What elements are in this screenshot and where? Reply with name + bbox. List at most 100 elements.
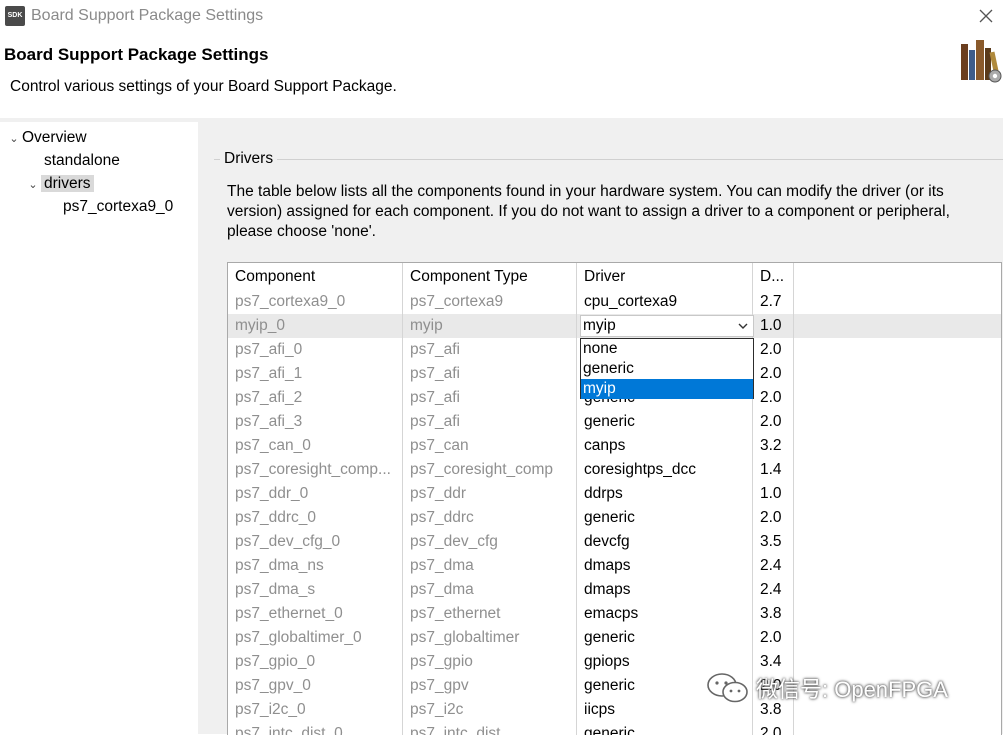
drivers-group-label: Drivers [220,150,278,168]
dropdown-option-generic[interactable]: generic [581,359,753,379]
component-cell: ps7_afi_1 [228,362,403,386]
version-cell: 3.2 [753,434,794,458]
dropdown-option-myip[interactable]: myip [581,379,753,399]
component-cell: ps7_afi_3 [228,410,403,434]
type-cell: ps7_afi [403,338,577,362]
version-cell: 1.4 [753,458,794,482]
page-title: Board Support Package Settings [4,45,269,64]
driver-combo-box[interactable]: myip [580,315,754,337]
chevron-down-icon[interactable]: ⌄ [6,128,22,150]
version-cell: 2.0 [753,386,794,410]
page-subtitle: Control various settings of your Board S… [10,78,397,95]
driver-cell[interactable]: generic [577,506,753,530]
type-cell: ps7_afi [403,362,577,386]
driver-cell[interactable]: generic [577,410,753,434]
combo-value: myip [583,317,616,334]
table-row[interactable]: ps7_globaltimer_0 ps7_globaltimer generic 2… [228,626,1001,650]
component-cell: ps7_afi_0 [228,338,403,362]
tree-item-label: ps7_cortexa9_0 [63,198,174,215]
driver-cell[interactable]: generic [577,626,753,650]
table-row[interactable]: ps7_can_0 ps7_can canps 3.2 [228,434,1001,458]
component-cell: ps7_gpv_0 [228,674,403,698]
tree-item-label: drivers [41,175,94,192]
version-cell: 2.0 [753,506,794,530]
version-cell: 1.0 [753,482,794,506]
sdk-app-icon: SDK [5,6,25,26]
driver-cell[interactable]: coresightps_dcc [577,458,753,482]
table-row[interactable]: myip_0 myip myip 1.0 [228,314,1001,338]
tree-item-label: Overview [22,129,87,146]
version-cell: 2.0 [753,410,794,434]
component-cell: myip_0 [228,314,403,338]
driver-cell[interactable]: myip [577,314,754,338]
table-row[interactable]: ps7_ddr_0 ps7_ddr ddrps 1.0 [228,482,1001,506]
window-title: Board Support Package Settings [31,7,264,24]
component-cell: ps7_ethernet_0 [228,602,403,626]
driver-cell[interactable]: dmaps [577,578,753,602]
column-header-version[interactable]: D... [753,263,794,290]
table-row[interactable]: ps7_afi_3 ps7_afi generic 2.0 [228,410,1001,434]
table-row[interactable]: ps7_ddrc_0 ps7_ddrc generic 2.0 [228,506,1001,530]
driver-cell[interactable]: emacps [577,602,753,626]
drivers-panel: Drivers The table below lists all the co… [214,150,1003,735]
component-cell: ps7_cortexa9_0 [228,290,403,314]
tree-item-overview[interactable]: ⌄ Overview [6,127,87,150]
type-cell: ps7_gpio [403,650,577,674]
settings-tree: ⌄ Overview standalone ⌄ drivers ps7_cortex… [0,122,198,734]
table-row[interactable]: ps7_dev_cfg_0 ps7_dev_cfg devcfg 3.5 [228,530,1001,554]
version-cell: 3.8 [753,602,794,626]
watermark-text: 微信号: OpenFPGA [756,677,948,702]
group-divider [214,159,1003,160]
driver-cell[interactable]: canps [577,434,753,458]
type-cell: ps7_cortexa9 [403,290,577,314]
version-cell: 2.0 [753,362,794,386]
table-row[interactable]: ps7_dma_ns ps7_dma dmaps 2.4 [228,554,1001,578]
table-row[interactable]: ps7_dma_s ps7_dma dmaps 2.4 [228,578,1001,602]
table-row[interactable]: ps7_intc_dist_0 ps7_intc_dist generic 2.0 [228,722,1001,735]
table-header: Component Component Type Driver D... [228,263,1001,290]
dropdown-option-none[interactable]: none [581,339,753,359]
driver-cell[interactable]: dmaps [577,554,753,578]
version-cell: 2.4 [753,578,794,602]
table-row[interactable]: ps7_ethernet_0 ps7_ethernet emacps 3.8 [228,602,1001,626]
version-cell: 2.4 [753,554,794,578]
component-cell: ps7_ddr_0 [228,482,403,506]
type-cell: ps7_dma [403,578,577,602]
type-cell: ps7_can [403,434,577,458]
column-header-component-type[interactable]: Component Type [403,263,577,290]
component-cell: ps7_coresight_comp... [228,458,403,482]
driver-cell[interactable]: cpu_cortexa9 [577,290,753,314]
drivers-description: The table below lists all the components… [227,183,950,240]
chevron-down-icon[interactable]: ⌄ [25,174,41,196]
driver-cell[interactable]: ddrps [577,482,753,506]
dialog-body: ⌄ Overview standalone ⌄ drivers ps7_cortex… [0,118,1003,735]
column-header-component[interactable]: Component [228,263,403,290]
title-bar: SDK Board Support Package Settings [0,0,1003,32]
drivers-table[interactable]: Component Component Type Driver D... ps7… [227,262,1002,735]
version-cell: 2.0 [753,626,794,650]
component-cell: ps7_gpio_0 [228,650,403,674]
type-cell: ps7_ddr [403,482,577,506]
version-cell: 2.7 [753,290,794,314]
table-row[interactable]: ps7_cortexa9_0 ps7_cortexa9 cpu_cortexa9 2.… [228,290,1001,314]
tree-item-drivers[interactable]: ⌄ drivers [25,173,94,195]
close-icon[interactable] [972,2,1000,30]
type-cell: myip [403,314,577,338]
component-cell: ps7_dma_s [228,578,403,602]
tree-item-ps7-cortexa9-0[interactable]: ps7_cortexa9_0 [63,196,173,218]
column-header-driver[interactable]: Driver [577,263,753,290]
wechat-watermark: 微信号: OpenFPGA [706,668,948,708]
driver-cell[interactable]: devcfg [577,530,753,554]
books-icon [958,34,1003,84]
version-cell: 3.5 [753,530,794,554]
component-cell: ps7_dev_cfg_0 [228,530,403,554]
driver-dropdown-list[interactable]: none generic myip [580,338,754,399]
tree-item-label: standalone [44,152,120,169]
driver-cell[interactable]: generic [577,722,753,735]
tree-item-standalone[interactable]: standalone [44,150,120,172]
type-cell: ps7_gpv [403,674,577,698]
type-cell: ps7_i2c [403,698,577,722]
version-cell: 2.0 [753,338,794,362]
type-cell: ps7_afi [403,386,577,410]
table-row[interactable]: ps7_coresight_comp... ps7_coresight_comp c… [228,458,1001,482]
